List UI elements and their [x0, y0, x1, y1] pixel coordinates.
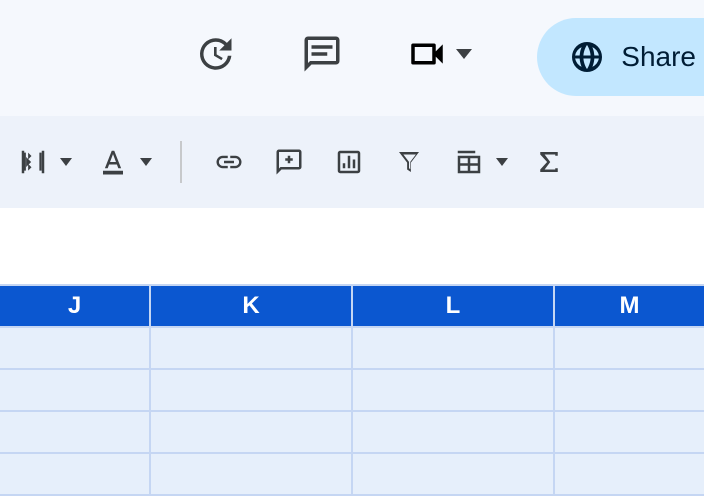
table-row	[0, 412, 704, 454]
toolbar-divider	[180, 141, 182, 183]
table-row	[0, 328, 704, 370]
cell[interactable]	[0, 454, 151, 496]
table-row	[0, 454, 704, 496]
toolbar	[0, 116, 704, 208]
cell[interactable]	[555, 370, 704, 412]
meet-dropdown[interactable]	[406, 33, 472, 75]
functions-button[interactable]	[530, 143, 568, 181]
cell[interactable]	[151, 328, 353, 370]
text-direction-dropdown[interactable]	[14, 143, 72, 181]
cell[interactable]	[151, 454, 353, 496]
comment-icon[interactable]	[298, 30, 346, 78]
formula-bar-area	[0, 208, 704, 284]
cell[interactable]	[353, 454, 555, 496]
cell[interactable]	[151, 370, 353, 412]
cell[interactable]	[555, 454, 704, 496]
column-header[interactable]: J	[0, 284, 151, 328]
chevron-down-icon	[140, 158, 152, 166]
cell[interactable]	[555, 328, 704, 370]
cell[interactable]	[0, 412, 151, 454]
cell[interactable]	[0, 328, 151, 370]
chevron-down-icon	[60, 158, 72, 166]
table-row	[0, 370, 704, 412]
table-dropdown[interactable]	[450, 143, 508, 181]
column-header[interactable]: K	[151, 284, 353, 328]
cell[interactable]	[555, 412, 704, 454]
insert-chart-button[interactable]	[330, 143, 368, 181]
share-button[interactable]: Share	[537, 18, 704, 96]
top-actions	[190, 30, 472, 78]
insert-comment-button[interactable]	[270, 143, 308, 181]
table-icon	[450, 143, 488, 181]
text-color-icon	[94, 143, 132, 181]
history-icon[interactable]	[190, 30, 238, 78]
column-header[interactable]: L	[353, 284, 555, 328]
spreadsheet-grid[interactable]: J K L M	[0, 284, 704, 496]
chevron-down-icon	[456, 49, 472, 59]
share-label: Share	[621, 41, 696, 73]
text-color-dropdown[interactable]	[94, 143, 152, 181]
cell[interactable]	[353, 328, 555, 370]
text-direction-icon	[14, 143, 52, 181]
cell[interactable]	[353, 370, 555, 412]
filter-button[interactable]	[390, 143, 428, 181]
column-header[interactable]: M	[555, 284, 704, 328]
titlebar-area: Share	[0, 0, 704, 116]
chevron-down-icon	[496, 158, 508, 166]
column-header-row: J K L M	[0, 284, 704, 328]
cell[interactable]	[151, 412, 353, 454]
insert-link-button[interactable]	[210, 143, 248, 181]
cell[interactable]	[0, 370, 151, 412]
globe-icon	[569, 39, 605, 75]
cell[interactable]	[353, 412, 555, 454]
